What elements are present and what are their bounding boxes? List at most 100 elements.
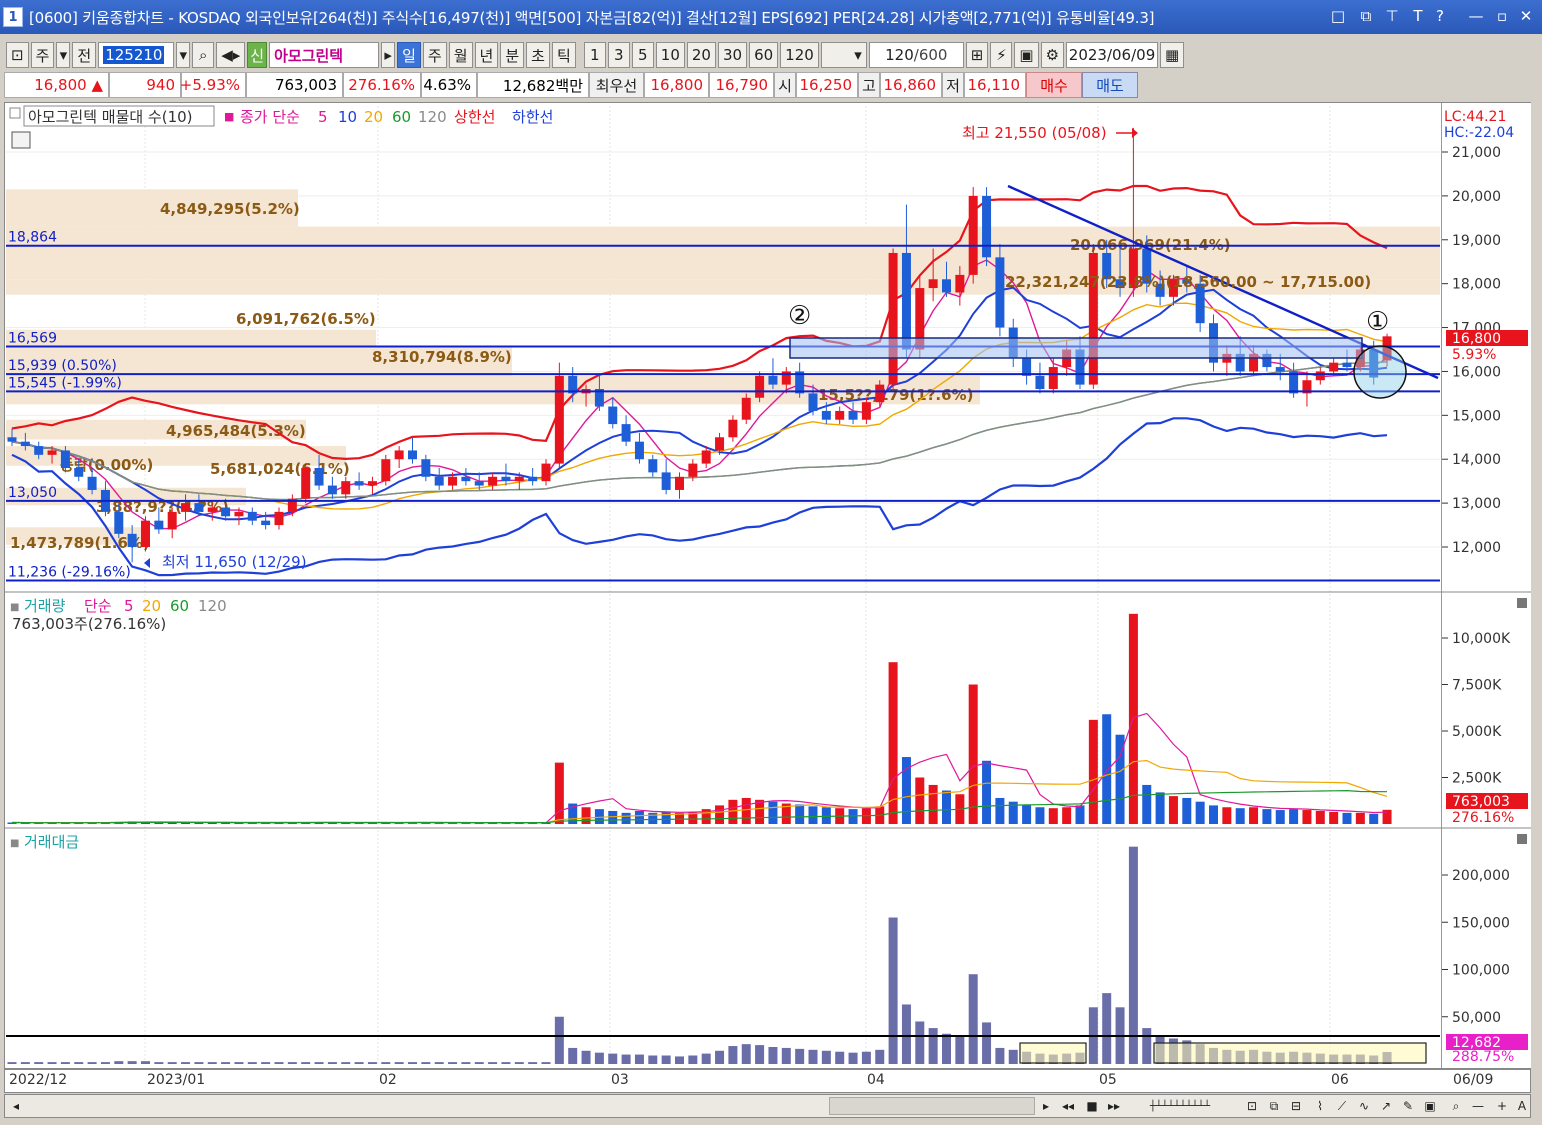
date-label: 06 (1331, 1072, 1349, 1088)
volume-bar (1275, 810, 1285, 824)
amount-bar (60, 1062, 70, 1064)
amount-bar (247, 1062, 257, 1064)
candle-body (928, 279, 938, 289)
copy-icon[interactable]: ⧉ (1263, 1096, 1285, 1116)
volume-bar (1155, 792, 1165, 824)
volume-ma120[interactable]: 120 (198, 597, 227, 615)
amount-bar (354, 1062, 364, 1064)
legend-ma20[interactable]: 20 (364, 108, 383, 126)
volume-ma5-line (11, 712, 1388, 824)
candle-body (87, 476, 97, 490)
legend-ma60[interactable]: 60 (392, 108, 411, 126)
volume-bar (795, 804, 805, 824)
volume-ma5[interactable]: 5 (124, 597, 134, 615)
legend-square-icon: ■ (224, 110, 234, 123)
stop-icon[interactable]: ■ (1081, 1096, 1103, 1116)
candle-body (1315, 371, 1325, 381)
tool-arrow-icon[interactable]: ↗ (1375, 1096, 1397, 1116)
markers: ① ② (788, 301, 1389, 337)
volume-axis-label: 7,500K (1452, 678, 1502, 694)
legend-ma5[interactable]: 5 (318, 108, 328, 126)
tool-image-icon[interactable]: ▣ (1419, 1096, 1441, 1116)
fast-forward-icon[interactable]: ▸▸ (1103, 1096, 1125, 1116)
candle-body (1048, 367, 1058, 389)
amount-bar (461, 1062, 471, 1064)
prediction-label: 22,321,247(23.8%)(18,560.00 ~ 17,715.00) (1005, 273, 1371, 291)
volume-bar (1222, 807, 1232, 824)
stock-chart[interactable]: 4,849,295(5.2%)20,066,969(21.4%)6,091,76… (0, 0, 1542, 1125)
rewind-icon[interactable]: ◂◂ (1057, 1096, 1079, 1116)
panel-close-icon[interactable] (1517, 598, 1527, 608)
legend-ma-label[interactable]: 종가 단순 (240, 108, 300, 126)
zoom-icon[interactable]: ⌕ (1445, 1096, 1467, 1116)
amount-legend-title[interactable]: 거래대금 (24, 833, 79, 851)
volume-bar (581, 807, 591, 824)
date-axis[interactable]: 2022/12 2023/01 02 03 04 05 06 06/09 (4, 1069, 1531, 1093)
layout-icon[interactable]: ⊡ (1241, 1096, 1263, 1116)
candle-body (528, 476, 538, 482)
legend-ma120[interactable]: 120 (418, 108, 447, 126)
volume-bar (1048, 808, 1058, 824)
candle-body (715, 437, 725, 451)
candle-body (408, 450, 417, 460)
volume-bar (848, 809, 858, 824)
volume-bar (928, 784, 938, 824)
panel-close-icon[interactable] (1517, 834, 1527, 844)
legend-upper-band[interactable]: 상한선 (454, 108, 495, 126)
split-icon[interactable]: ⊟ (1285, 1096, 1307, 1116)
auto-scale-icon[interactable]: A (1511, 1096, 1533, 1116)
price-axis-label: 16,000 (1452, 364, 1501, 380)
legend-box-icon[interactable] (9, 107, 21, 119)
candle-body (261, 520, 271, 526)
volume-ma20[interactable]: 20 (142, 597, 161, 615)
legend-lower-band[interactable]: 하한선 (512, 108, 553, 126)
volume-bar (1369, 813, 1379, 824)
price-axis-label: 14,000 (1452, 452, 1501, 468)
legend-title[interactable]: 아모그린텍 매물대 수(10) (28, 108, 193, 126)
scroll-left-icon[interactable]: ◂ (5, 1096, 27, 1116)
amount-bar (728, 1046, 738, 1064)
chart-scrollbar[interactable]: ◂ ▸ ◂◂ ■ ▸▸ ┼┴┴┴┴┴┴┴┴┴ ⊡ ⧉ ⊟ ⌇ ⟋ ∿ ↗ ✎ ▣… (4, 1094, 1531, 1118)
tool-wave-icon[interactable]: ∿ (1353, 1096, 1375, 1116)
scroll-right-icon[interactable]: ▸ (1035, 1096, 1057, 1116)
volume-axis-label: 5,000K (1452, 724, 1502, 740)
candle-body (1329, 362, 1339, 372)
volume-profile-bar (6, 329, 376, 348)
tool-brush-icon[interactable]: ✎ (1397, 1096, 1419, 1116)
candle-body (554, 375, 564, 464)
candle-body (341, 481, 351, 495)
volume-ma-label[interactable]: 단순 (84, 597, 112, 615)
price-axis-label: 18,000 (1452, 277, 1501, 293)
candle-body (381, 459, 391, 482)
tool-trend-icon[interactable]: ⟋ (1331, 1096, 1353, 1116)
table-icon[interactable] (11, 131, 31, 149)
amount-bar (968, 974, 978, 1064)
tool-line-icon[interactable]: ⌇ (1309, 1096, 1331, 1116)
volume-bar (1329, 811, 1339, 824)
current-price-tag-text: 16,800 (1452, 331, 1501, 347)
volume-bar (741, 797, 751, 824)
zoom-in-icon[interactable]: + (1491, 1096, 1513, 1116)
candle-body (661, 472, 671, 490)
volume-profile-label: 등락(0.00%) (60, 456, 153, 474)
legend-ma10[interactable]: 10 (338, 108, 357, 126)
amount-bars (6, 846, 1440, 1064)
amount-bar (127, 1061, 137, 1064)
volume-legend-title[interactable]: 거래량 (24, 597, 66, 615)
amount-bar (20, 1062, 30, 1064)
amount-rate-tag: 288.75% (1452, 1049, 1514, 1065)
volume-bar (1102, 714, 1112, 824)
amount-bar (621, 1054, 631, 1064)
candle-body (995, 257, 1005, 328)
scroll-thumb[interactable] (829, 1097, 1035, 1115)
volume-bar (808, 806, 818, 824)
amount-bar (608, 1053, 618, 1064)
support-line-label: 11,236 (-29.16%) (8, 565, 131, 581)
date-label: 2022/12 (9, 1072, 68, 1088)
zoom-slider-icon[interactable]: ┼┴┴┴┴┴┴┴┴┴ (1135, 1096, 1225, 1116)
volume-bar (634, 810, 644, 824)
amount-bar (261, 1062, 271, 1064)
amount-bar (768, 1046, 778, 1064)
volume-ma60[interactable]: 60 (170, 597, 189, 615)
zoom-out-icon[interactable]: — (1467, 1096, 1489, 1116)
